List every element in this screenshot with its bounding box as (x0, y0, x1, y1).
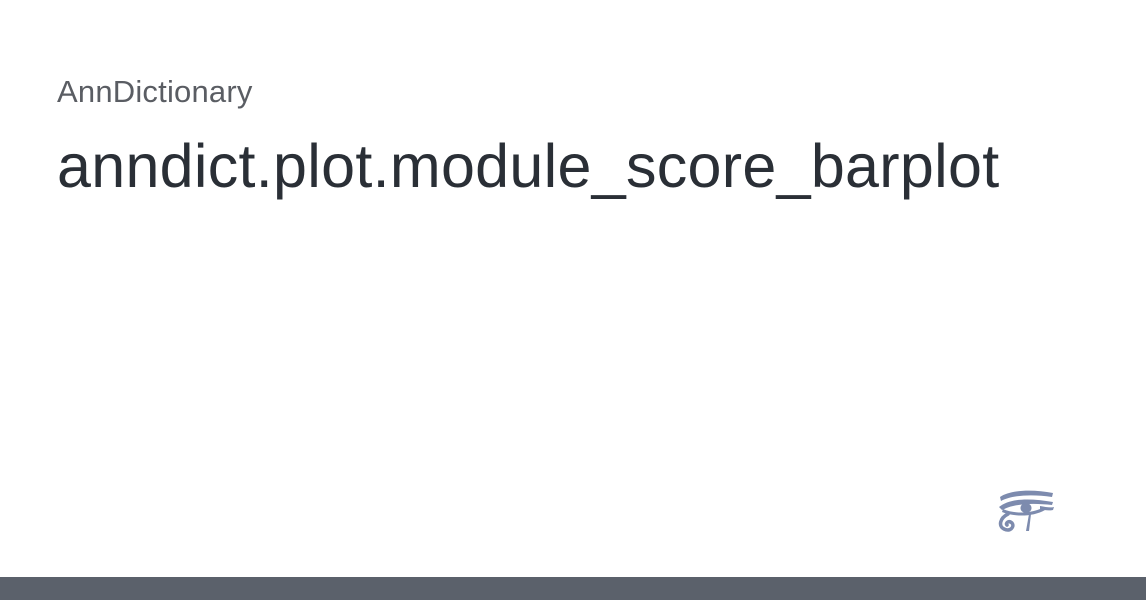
footer-bar (0, 577, 1146, 600)
social-preview-card: AnnDictionary anndict.plot.module_score_… (0, 0, 1146, 600)
site-name: AnnDictionary (57, 74, 253, 109)
eye-of-horus-icon (998, 490, 1054, 532)
page-title: anndict.plot.module_score_barplot (57, 132, 1000, 200)
